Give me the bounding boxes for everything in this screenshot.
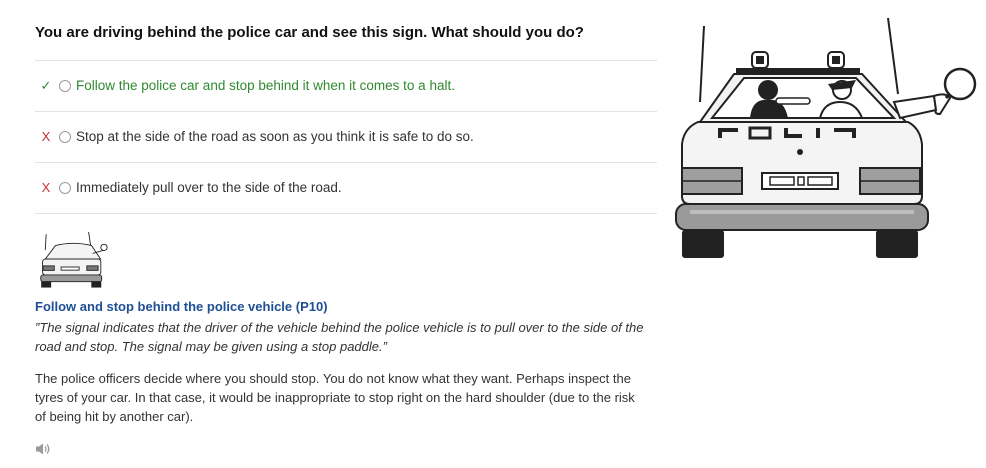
answer-list: ✓ Follow the police car and stop behind … [35, 60, 657, 214]
roof-light-right [827, 51, 845, 69]
answer-option-3[interactable]: X Immediately pull over to the side of t… [35, 163, 657, 214]
explanation-quote: ”The signal indicates that the driver of… [35, 320, 644, 354]
sign-thumbnail [40, 232, 108, 288]
explanation-body: The police officers decide where you sho… [35, 371, 635, 424]
answer-label: Immediately pull over to the side of the… [76, 180, 342, 195]
x-icon: X [41, 129, 51, 144]
x-icon: X [41, 180, 51, 195]
roof-light-left [751, 51, 769, 69]
check-icon: ✓ [40, 78, 52, 93]
question-text: You are driving behind the police car an… [35, 24, 584, 41]
answer-label: Stop at the side of the road as soon as … [76, 129, 474, 144]
answer-label: Follow the police car and stop behind it… [76, 78, 455, 93]
answer-radio[interactable] [59, 80, 71, 92]
explanation-title: Follow and stop behind the police vehicl… [35, 299, 328, 314]
answer-radio[interactable] [59, 131, 71, 143]
police-car-illustration [675, 18, 977, 258]
speaker-icon[interactable] [35, 442, 51, 456]
answer-radio[interactable] [59, 182, 71, 194]
answer-option-2[interactable]: X Stop at the side of the road as soon a… [35, 112, 657, 163]
answer-option-1[interactable]: ✓ Follow the police car and stop behind … [35, 61, 657, 112]
